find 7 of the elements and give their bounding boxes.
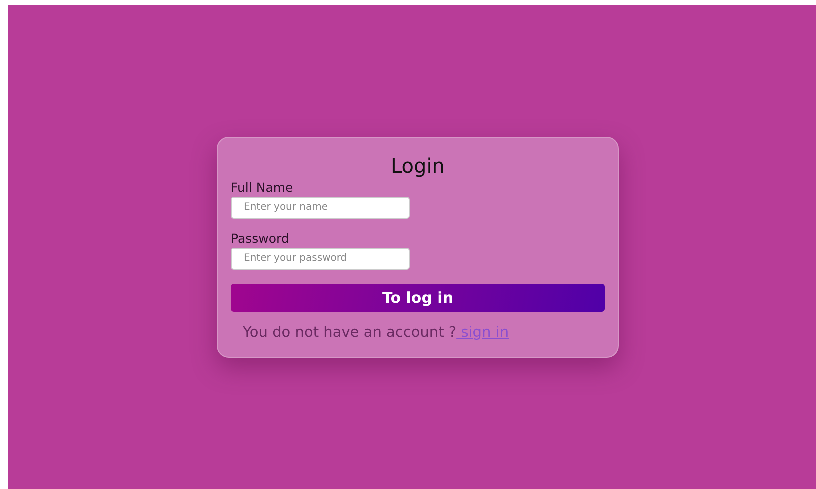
- form-title: Login: [391, 152, 445, 180]
- login-button[interactable]: To log in: [231, 284, 605, 312]
- account-prompt: You do not have an account ?: [243, 324, 457, 340]
- input-field[interactable]: Enter your name: [231, 196, 410, 218]
- input-field[interactable]: Enter your password: [231, 248, 410, 270]
- field-label: Full Name: [231, 180, 294, 196]
- field-label: Password: [231, 230, 290, 246]
